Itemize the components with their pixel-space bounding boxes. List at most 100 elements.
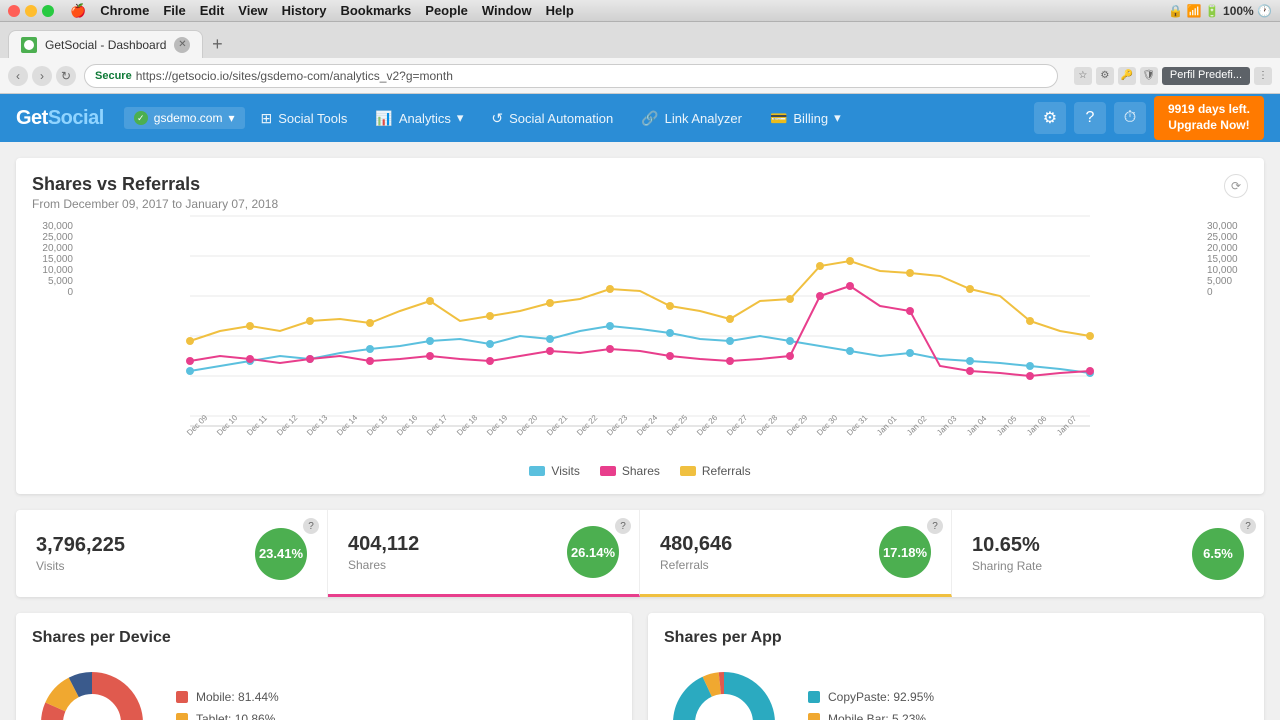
billing-dropdown-icon: ▾ [834,110,841,126]
shares-per-device-title: Shares per Device [32,629,616,647]
mobile-legend-item: Mobile: 81.44% [176,690,281,704]
upgrade-line1: 9919 days left. [1168,102,1250,118]
shares-color [600,466,616,476]
close-window-button[interactable] [8,5,20,17]
nav-analytics-label: Analytics [399,111,451,126]
visits-color [529,466,545,476]
url-bar[interactable]: Secure https://getsocio.io/sites/gsdemo-… [84,64,1058,88]
apple-menu[interactable]: 🍎 [70,3,86,19]
copypaste-legend-item: CopyPaste: 92.95% [808,690,934,704]
extension-icon-3[interactable]: 🛡 [1140,67,1158,85]
nav-social-tools-label: Social Tools [278,111,347,126]
visits-label: Visits [551,464,579,478]
nav-analytics[interactable]: 📊 Analytics ▾ [363,94,475,142]
referrals-color [680,466,696,476]
chart-svg: .grid-line { stroke: #e8e8e8; stroke-wid… [81,211,1199,451]
chart-legend: Visits Shares Referrals [32,464,1248,478]
site-selector[interactable]: ✓ gsdemo.com ▾ [124,107,245,129]
legend-visits: Visits [529,464,579,478]
card-header: Shares vs Referrals From December 09, 20… [32,174,1248,211]
legend-referrals: Referrals [680,464,751,478]
app-name[interactable]: Chrome [100,3,149,19]
maximize-window-button[interactable] [42,5,54,17]
shares-per-app-title: Shares per App [664,629,1248,647]
reload-button[interactable]: ↻ [56,66,76,86]
sharing-rate-info: 10.65% Sharing Rate [972,534,1042,573]
history-menu[interactable]: History [282,3,327,19]
settings-button[interactable]: ⚙ [1034,102,1066,134]
window-controls[interactable] [8,5,54,17]
y-axis-left: 30,00025,00020,00015,00010,0005,0000 [32,211,77,328]
edit-menu[interactable]: Edit [200,3,225,19]
window-menu[interactable]: Window [482,3,532,19]
logo-text-2: Social [48,107,104,129]
timer-button[interactable]: ⏱ [1114,102,1146,134]
chart-settings-button[interactable]: ⟳ [1224,174,1248,198]
extension-icon-2[interactable]: 🔑 [1118,67,1136,85]
mac-status-bar: 🔒 📶 🔋 100% 🕐 [1168,4,1272,18]
forward-button[interactable]: › [32,66,52,86]
shares-help-icon[interactable]: ? [615,518,631,534]
chart-area: .grid-line { stroke: #e8e8e8; stroke-wid… [81,211,1199,456]
tab-close-button[interactable]: ✕ [174,37,190,53]
sharing-rate-help-icon[interactable]: ? [1240,518,1256,534]
shares-vs-referrals-card: Shares vs Referrals From December 09, 20… [16,158,1264,494]
nav-billing[interactable]: 💳 Billing ▾ [758,94,853,142]
app-donut-chart [664,663,784,720]
profile-button[interactable]: Perfil Predefi... [1162,67,1250,85]
nav-social-automation[interactable]: ↺ Social Automation [479,94,625,142]
shares-per-device-content: Mobile: 81.44% Tablet: 10.86% Desktop: 7… [32,663,616,720]
upgrade-button[interactable]: 9919 days left. Upgrade Now! [1154,96,1264,139]
help-button[interactable]: ? [1074,102,1106,134]
mobile-color [176,691,188,703]
nav-social-tools[interactable]: ⊞ Social Tools [249,94,360,142]
minimize-window-button[interactable] [25,5,37,17]
nav-link-analyzer[interactable]: 🔗 Link Analyzer [629,94,754,142]
mac-os-bar: 🍎 Chrome File Edit View History Bookmark… [0,0,1280,22]
browser-nav-buttons: ‹ › ↻ [8,66,76,86]
new-tab-button[interactable]: + [203,32,231,56]
help-menu[interactable]: Help [546,3,574,19]
analytics-icon: 📊 [375,110,392,127]
donut-charts-row: Shares per Device Mobile: 81.44 [16,613,1264,720]
stat-sharing-rate: ? 10.65% Sharing Rate 6.5% [952,510,1264,597]
browser-toolbar: ☆ ⚙ 🔑 🛡 Perfil Predefi... ⋮ [1074,67,1272,85]
tab-favicon [21,37,37,53]
people-menu[interactable]: People [425,3,468,19]
nav-social-automation-label: Social Automation [509,111,613,126]
social-tools-icon: ⊞ [261,110,273,127]
visits-label-text: Visits [36,559,125,573]
visits-help-icon[interactable]: ? [303,518,319,534]
stat-shares: ? 404,112 Shares 26.14% [328,510,640,597]
chrome-menu-button[interactable]: ⋮ [1254,67,1272,85]
extension-icon-1[interactable]: ⚙ [1096,67,1114,85]
mobilebar-legend-item: Mobile Bar: 5.23% [808,712,934,720]
mobilebar-label: Mobile Bar: 5.23% [828,712,926,720]
legend-shares: Shares [600,464,660,478]
view-menu[interactable]: View [238,3,267,19]
mobile-label: Mobile: 81.44% [196,690,279,704]
sharing-rate-label-text: Sharing Rate [972,559,1042,573]
social-automation-icon: ↺ [491,110,503,127]
referrals-badge: 17.18% [879,526,931,578]
chart-title: Shares vs Referrals [32,174,278,195]
stat-visits: ? 3,796,225 Visits 23.41% [16,510,328,597]
analytics-dropdown-icon: ▾ [457,110,464,126]
bookmark-button[interactable]: ☆ [1074,67,1092,85]
bookmarks-menu[interactable]: Bookmarks [340,3,411,19]
shares-info: 404,112 Shares [348,533,419,572]
card-title-block: Shares vs Referrals From December 09, 20… [32,174,278,211]
upgrade-line2: Upgrade Now! [1168,118,1250,134]
site-dropdown-icon: ▾ [228,111,234,125]
app-donut-legend: CopyPaste: 92.95% Mobile Bar: 5.23% Inli… [808,690,934,720]
sharing-rate-badge: 6.5% [1192,528,1244,580]
shares-label-text: Shares [348,558,419,572]
chart-subtitle: From December 09, 2017 to January 07, 20… [32,197,278,211]
main-content: Shares vs Referrals From December 09, 20… [0,142,1280,720]
file-menu[interactable]: File [163,3,185,19]
shares-label: Shares [622,464,660,478]
referrals-help-icon[interactable]: ? [927,518,943,534]
active-tab[interactable]: GetSocial - Dashboard ✕ [8,30,203,58]
tablet-color [176,713,188,720]
back-button[interactable]: ‹ [8,66,28,86]
